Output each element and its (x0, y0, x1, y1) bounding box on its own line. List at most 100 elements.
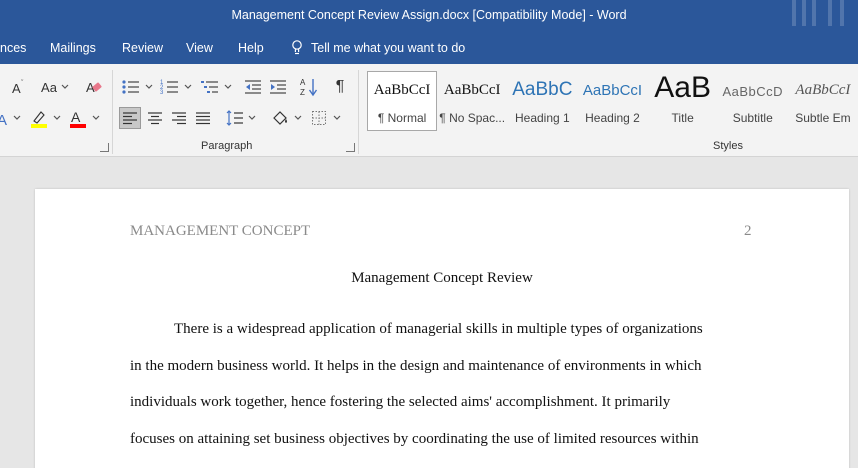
tab-view[interactable]: View (186, 41, 213, 55)
borders-button[interactable] (309, 107, 343, 129)
numbered-list-icon: 1 2 3 (160, 80, 178, 96)
svg-text:A: A (71, 109, 81, 125)
document-title: Management Concept Review (351, 270, 533, 286)
style-no-spacing[interactable]: AaBbCcI ¶ No Spac... (437, 71, 507, 131)
change-case-button[interactable]: Aa (38, 78, 72, 96)
increase-indent-icon (270, 80, 286, 94)
document-canvas[interactable]: MANAGEMENT CONCEPT 2 Management Concept … (0, 158, 858, 468)
paragraph-dialog-launcher[interactable] (346, 143, 355, 152)
text-highlight-button[interactable] (29, 108, 49, 130)
document-page[interactable]: MANAGEMENT CONCEPT 2 Management Concept … (35, 189, 849, 468)
show-formatting-marks-button[interactable]: ¶ (330, 76, 350, 98)
highlighter-icon (31, 111, 47, 128)
align-center-button[interactable] (144, 107, 166, 129)
window-title: Management Concept Review Assign.docx [C… (231, 8, 627, 22)
chevron-down-icon (53, 115, 61, 120)
style-title[interactable]: AaB Title (648, 71, 718, 131)
justify-icon (196, 112, 210, 125)
style-sample: AaB (654, 71, 711, 104)
svg-text:A: A (12, 81, 21, 96)
decrease-indent-button[interactable] (243, 77, 263, 97)
text-effects-button[interactable]: A (0, 109, 10, 129)
group-separator (112, 70, 113, 154)
svg-text:Z: Z (300, 88, 305, 97)
style-heading-1[interactable]: AaBbC Heading 1 (507, 71, 577, 131)
style-sample: AaBbCcI (373, 82, 431, 98)
style-name: ¶ Normal (377, 111, 427, 125)
ribbon: A ˇ Aa A A A 1 2 3 A Z ¶ Paragraph AaBbC… (0, 64, 858, 157)
highlight-dropdown[interactable] (52, 113, 62, 123)
chevron-down-icon (92, 115, 100, 120)
svg-text:3: 3 (160, 90, 164, 96)
paragraph-line: in the modern business world. It helps i… (130, 358, 702, 374)
tab-references[interactable]: nces (0, 41, 26, 55)
align-right-icon (172, 112, 186, 125)
line-spacing-button[interactable] (224, 107, 258, 129)
align-center-icon (148, 112, 162, 125)
font-color-button[interactable]: A (68, 108, 88, 130)
font-dialog-launcher[interactable] (100, 143, 109, 152)
tell-me-label: Tell me what you want to do (311, 40, 466, 55)
paint-bucket-icon (273, 111, 287, 125)
font-color-dropdown[interactable] (91, 113, 101, 123)
style-heading-2[interactable]: AaBbCcI Heading 2 (577, 71, 647, 131)
chevron-down-icon (145, 84, 153, 89)
tab-mailings[interactable]: Mailings (50, 41, 96, 55)
title-bar: Management Concept Review Assign.docx [C… (0, 0, 858, 32)
style-name: Heading 2 (585, 111, 640, 125)
change-case-label: Aa (41, 79, 57, 95)
page-number: 2 (744, 223, 752, 239)
svg-text:A: A (0, 112, 7, 128)
multilevel-list-icon (201, 81, 218, 93)
style-subtle-emphasis[interactable]: AaBbCcI Subtle Em (788, 71, 858, 131)
running-header: MANAGEMENT CONCEPT (130, 223, 311, 239)
title-bar-decoration (788, 0, 858, 32)
bullets-button[interactable] (120, 77, 154, 97)
styles-gallery: AaBbCcI ¶ Normal AaBbCcI ¶ No Spac... Aa… (367, 71, 858, 131)
increase-indent-button[interactable] (268, 77, 288, 97)
style-name: Heading 1 (514, 111, 570, 125)
font-color-icon: A (70, 109, 86, 128)
style-name: Title (671, 111, 694, 125)
lightbulb-icon (292, 40, 302, 55)
align-left-icon (123, 112, 137, 125)
shrink-font-icon: A ˇ (12, 80, 24, 96)
style-normal[interactable]: AaBbCcI ¶ Normal (367, 71, 438, 131)
style-subtitle[interactable]: AaBbCcD Subtitle (718, 71, 788, 131)
chevron-down-icon (294, 115, 302, 120)
group-separator (358, 70, 359, 154)
pilcrow-icon: ¶ (335, 78, 345, 95)
chevron-down-icon (248, 115, 256, 120)
style-sample: AaBbCcI (582, 82, 643, 99)
styles-group-label: Styles (713, 140, 743, 152)
style-sample: AaBbCcI (795, 82, 851, 98)
chevron-down-icon (184, 84, 192, 89)
align-right-button[interactable] (168, 107, 190, 129)
borders-icon (312, 111, 326, 125)
paragraph-line: focuses on attaining set business object… (130, 431, 699, 447)
ribbon-tabs: nces Mailings Review View Help Tell me w… (0, 32, 858, 64)
tell-me-search[interactable]: Tell me what you want to do (292, 40, 465, 55)
svg-text:ˇ: ˇ (21, 80, 24, 87)
shrink-font-button[interactable]: A ˇ (10, 78, 28, 96)
sort-button[interactable]: A Z (299, 76, 319, 98)
style-name: Subtle Em (795, 111, 851, 125)
paragraph-line: individuals work together, hence fosteri… (130, 394, 671, 410)
sort-icon: A Z (300, 78, 318, 97)
chevron-down-icon (61, 84, 69, 89)
tab-help[interactable]: Help (238, 41, 264, 55)
chevron-down-icon (333, 115, 341, 120)
multilevel-list-button[interactable] (199, 77, 233, 97)
tab-review[interactable]: Review (122, 41, 163, 55)
justify-button[interactable] (192, 107, 214, 129)
paragraph-line: There is a widespread application of man… (174, 321, 703, 337)
text-effects-dropdown[interactable] (12, 113, 22, 123)
align-left-button[interactable] (119, 107, 141, 129)
paragraph-group-label: Paragraph (201, 140, 253, 152)
numbering-button[interactable]: 1 2 3 (159, 77, 193, 97)
bullet-list-icon (122, 80, 139, 94)
shading-button[interactable] (269, 107, 303, 129)
clear-formatting-button[interactable]: A (84, 77, 104, 97)
line-spacing-icon (226, 110, 243, 126)
style-sample: AaBbCcD (722, 84, 784, 99)
